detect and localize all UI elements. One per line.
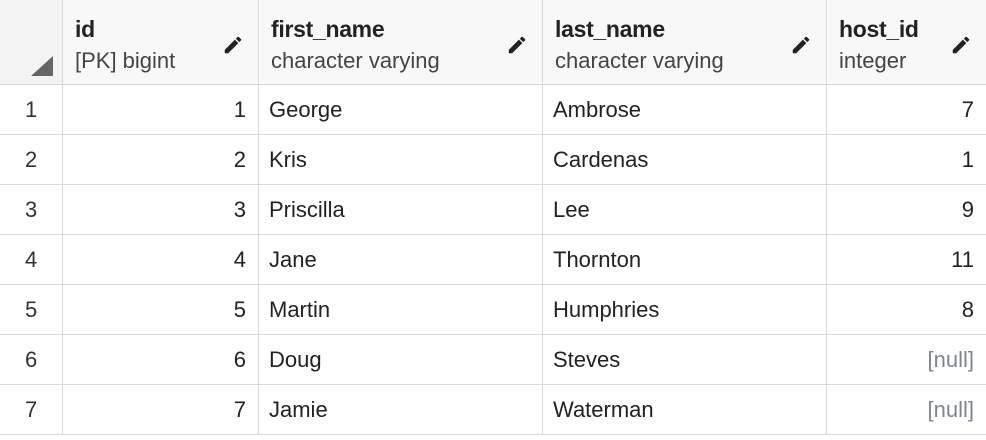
cell-first-name[interactable]: Priscilla [259,185,543,235]
cell-last-name[interactable]: Lee [543,185,827,235]
cell-host-id[interactable]: 9 [827,185,986,235]
column-header-host-id[interactable]: host_id integer [827,0,986,85]
data-output-grid: id [PK] bigint first_name character vary… [0,0,986,440]
cell-host-id[interactable]: 7 [827,85,986,135]
column-type: character varying [271,48,440,73]
cell-host-id[interactable]: 8 [827,285,986,335]
pencil-icon[interactable] [950,34,972,56]
cell-host-id[interactable]: 1 [827,135,986,185]
row-number[interactable]: 3 [0,185,63,235]
column-header-last-name[interactable]: last_name character varying [543,0,827,85]
cell-first-name[interactable]: Doug [259,335,543,385]
cell-last-name[interactable]: Cardenas [543,135,827,185]
cell-last-name[interactable]: Steves [543,335,827,385]
cell-id[interactable]: 5 [63,285,259,335]
column-name: last_name [555,16,665,42]
pencil-icon[interactable] [506,34,528,56]
table-row: 6 6 Doug Steves [null] [0,335,986,385]
pencil-icon[interactable] [790,34,812,56]
cell-first-name[interactable]: Martin [259,285,543,335]
row-number[interactable]: 5 [0,285,63,335]
column-header-id[interactable]: id [PK] bigint [63,0,259,85]
table-row: 3 3 Priscilla Lee 9 [0,185,986,235]
cell-id[interactable]: 6 [63,335,259,385]
column-type: [PK] bigint [75,48,176,73]
cell-first-name[interactable]: George [259,85,543,135]
table-row: 7 7 Jamie Waterman [null] [0,385,986,435]
column-type: character varying [555,48,724,73]
table-row: 5 5 Martin Humphries 8 [0,285,986,335]
cell-id[interactable]: 2 [63,135,259,185]
cell-last-name[interactable]: Waterman [543,385,827,435]
cell-host-id[interactable]: 11 [827,235,986,285]
cell-host-id-null[interactable]: [null] [827,335,986,385]
cell-id[interactable]: 1 [63,85,259,135]
column-header-first-name[interactable]: first_name character varying [259,0,543,85]
row-number[interactable]: 2 [0,135,63,185]
cell-host-id-null[interactable]: [null] [827,385,986,435]
cell-id[interactable]: 4 [63,235,259,285]
row-number[interactable]: 4 [0,235,63,285]
cell-last-name[interactable]: Thornton [543,235,827,285]
table-row: 1 1 George Ambrose 7 [0,85,986,135]
cell-first-name[interactable]: Kris [259,135,543,185]
cell-last-name[interactable]: Humphries [543,285,827,335]
pencil-icon[interactable] [222,34,244,56]
select-all-corner-icon[interactable] [31,56,53,76]
cell-id[interactable]: 7 [63,385,259,435]
select-all-cell[interactable] [0,0,63,85]
row-number[interactable]: 7 [0,385,63,435]
table-row: 2 2 Kris Cardenas 1 [0,135,986,185]
cell-id[interactable]: 3 [63,185,259,235]
column-name: host_id [839,16,919,42]
column-type: integer [839,48,907,73]
row-number[interactable]: 1 [0,85,63,135]
column-name: id [75,16,95,42]
cell-last-name[interactable]: Ambrose [543,85,827,135]
row-number[interactable]: 6 [0,335,63,385]
table-row: 4 4 Jane Thornton 11 [0,235,986,285]
header-row: id [PK] bigint first_name character vary… [0,0,986,85]
cell-first-name[interactable]: Jane [259,235,543,285]
column-name: first_name [271,16,385,42]
cell-first-name[interactable]: Jamie [259,385,543,435]
